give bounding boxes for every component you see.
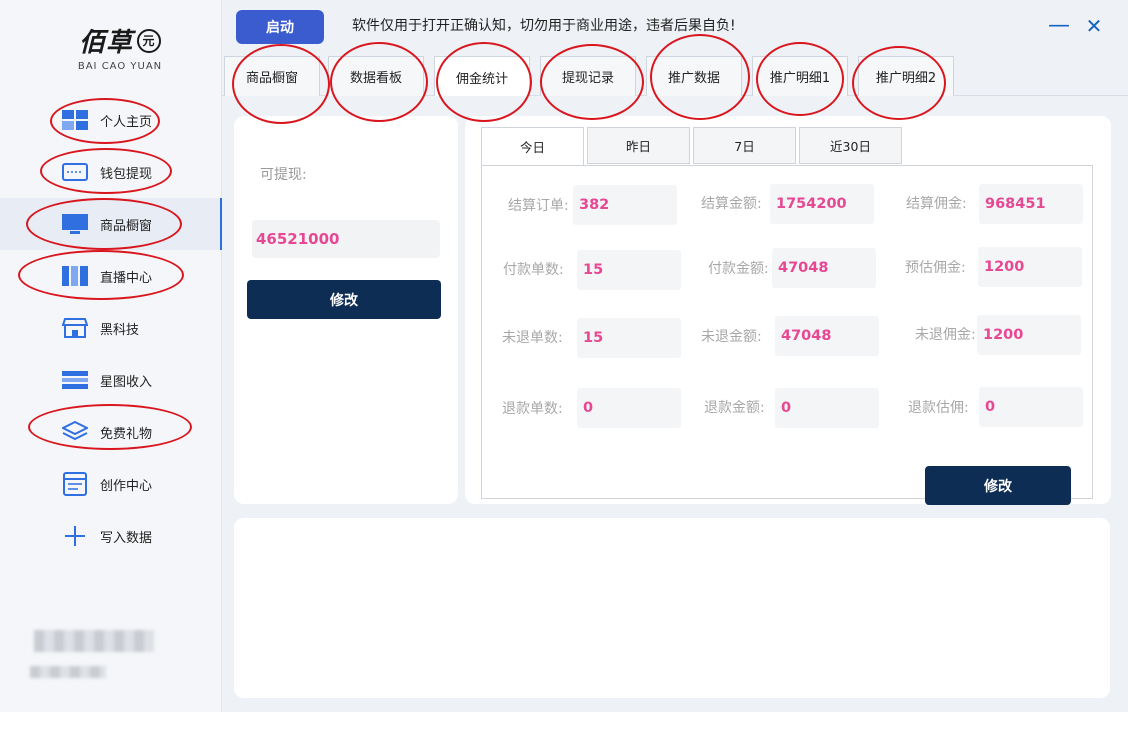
stat-label: 付款金额: — [708, 261, 769, 277]
stat-label: 未退单数: — [502, 330, 563, 346]
period-tab-yesterday[interactable]: 昨日 — [587, 127, 690, 164]
stat-label: 未退佣金: — [915, 327, 976, 343]
tab-promo-detail-2[interactable]: 推广明细2 — [858, 56, 954, 96]
stat-label: 退款估佣: — [908, 400, 969, 416]
sidebar-item-star-income[interactable]: 星图收入 — [0, 354, 222, 406]
store-icon — [62, 317, 88, 339]
sidebar-item-showcase[interactable]: 商品橱窗 — [0, 198, 223, 250]
stat-value-field[interactable]: 0 — [979, 387, 1083, 427]
stat-value-field[interactable]: 968451 — [979, 184, 1083, 224]
stat-value-field[interactable]: 15 — [577, 318, 681, 358]
sidebar-item-create[interactable]: 创作中心 — [0, 458, 222, 510]
sidebar-item-label: 黑科技 — [100, 322, 140, 338]
wallet-icon — [62, 161, 88, 183]
sidebar-item-write-data[interactable]: 写入数据 — [0, 510, 222, 562]
stat-value-field[interactable]: 47048 — [772, 248, 876, 288]
stat-value-field[interactable]: 1200 — [978, 247, 1082, 287]
minimize-icon[interactable]: — — [1048, 15, 1070, 37]
edit-stats-button[interactable]: 修改 — [925, 466, 1071, 505]
stat-value-field[interactable]: 0 — [577, 388, 681, 428]
stat-value-field[interactable]: 0 — [775, 388, 879, 428]
logo-subtitle: BAI CAO YUAN — [77, 61, 163, 72]
period-tab-today[interactable]: 今日 — [481, 127, 584, 166]
sidebar-item-label: 直播中心 — [100, 270, 153, 286]
sidebar-item-wallet[interactable]: 钱包提现 — [0, 146, 222, 198]
sidebar: 佰草 元 BAI CAO YUAN 个人主页 钱包提现 商品橱窗 直播中心 黑科… — [0, 0, 223, 712]
tab-withdraw-records[interactable]: 提现记录 — [540, 56, 636, 96]
period-tab-7days[interactable]: 7日 — [693, 127, 796, 164]
stat-label: 退款单数: — [502, 401, 563, 417]
sidebar-item-home[interactable]: 个人主页 — [0, 94, 222, 146]
disclaimer-notice: 软件仅用于打开正确认知，切勿用于商业用途，违者后果自负! — [352, 18, 736, 34]
tab-promo-detail-1[interactable]: 推广明细1 — [752, 56, 848, 96]
withdrawable-label: 可提现: — [260, 167, 307, 183]
stat-value-field[interactable]: 382 — [573, 185, 677, 225]
sidebar-item-label: 创作中心 — [100, 478, 153, 494]
sidebar-item-label: 钱包提现 — [100, 166, 153, 182]
stat-value-field[interactable]: 1754200 — [770, 184, 874, 224]
main-tabs: 商品橱窗 数据看板 佣金统计 提现记录 推广数据 推广明细1 推广明细2 — [222, 50, 1128, 97]
sidebar-nav: 个人主页 钱包提现 商品橱窗 直播中心 黑科技 星图收入 免费礼物 创作中心 写… — [0, 94, 223, 562]
bottom-panel — [234, 518, 1110, 698]
document-icon — [62, 472, 88, 496]
withdraw-card: 可提现: 46521000 修改 — [234, 116, 458, 504]
sidebar-item-tech[interactable]: 黑科技 — [0, 302, 222, 354]
period-tab-30days[interactable]: 近30日 — [799, 127, 902, 164]
stat-label: 结算金额: — [701, 196, 762, 212]
stat-label: 付款单数: — [503, 262, 564, 278]
monitor-icon — [62, 213, 88, 235]
start-button[interactable]: 启动 — [236, 10, 324, 44]
sidebar-item-gifts[interactable]: 免费礼物 — [0, 406, 222, 458]
stat-label: 结算订单: — [508, 198, 569, 214]
logo-seal: 元 — [137, 28, 161, 53]
sidebar-item-label: 写入数据 — [100, 530, 153, 546]
sidebar-item-label: 个人主页 — [100, 114, 153, 130]
stat-label: 结算佣金: — [906, 196, 967, 212]
blurred-account-id — [30, 666, 106, 678]
tab-showcase[interactable]: 商品橱窗 — [224, 56, 320, 96]
plus-icon — [62, 525, 88, 547]
top-bar: 启动 软件仅用于打开正确认知，切勿用于商业用途，违者后果自负! — ✕ — [222, 0, 1128, 50]
blurred-account-name — [34, 630, 154, 652]
tab-dashboard[interactable]: 数据看板 — [328, 56, 424, 96]
stat-label: 退款金额: — [704, 400, 765, 416]
sidebar-item-label: 免费礼物 — [100, 426, 153, 442]
tab-promo-data[interactable]: 推广数据 — [646, 56, 742, 96]
app-logo: 佰草 元 BAI CAO YUAN — [60, 22, 180, 78]
grid-icon — [62, 109, 88, 131]
sidebar-item-label: 星图收入 — [100, 374, 153, 390]
stat-label: 未退金额: — [701, 329, 762, 345]
sidebar-item-live[interactable]: 直播中心 — [0, 250, 222, 302]
close-icon[interactable]: ✕ — [1084, 16, 1104, 36]
columns-icon — [62, 265, 88, 287]
logo-text: 佰草 — [78, 28, 133, 58]
withdrawable-value-field[interactable]: 46521000 — [252, 220, 440, 258]
commission-stats-card: 今日 昨日 7日 近30日 结算订单: 382 结算金额: 1754200 结算… — [465, 116, 1111, 505]
stat-value-field[interactable]: 1200 — [977, 315, 1081, 355]
edit-withdrawable-button[interactable]: 修改 — [247, 280, 441, 319]
list-icon — [62, 369, 88, 391]
content-area: 可提现: 46521000 修改 今日 昨日 7日 近30日 结算订单: 382… — [222, 96, 1128, 712]
stat-label: 预估佣金: — [905, 260, 966, 276]
layers-icon — [62, 421, 88, 443]
tab-commission[interactable]: 佣金统计 — [434, 56, 530, 97]
stat-value-field[interactable]: 15 — [577, 250, 681, 290]
sidebar-item-label: 商品橱窗 — [100, 218, 153, 234]
stat-value-field[interactable]: 47048 — [775, 316, 879, 356]
